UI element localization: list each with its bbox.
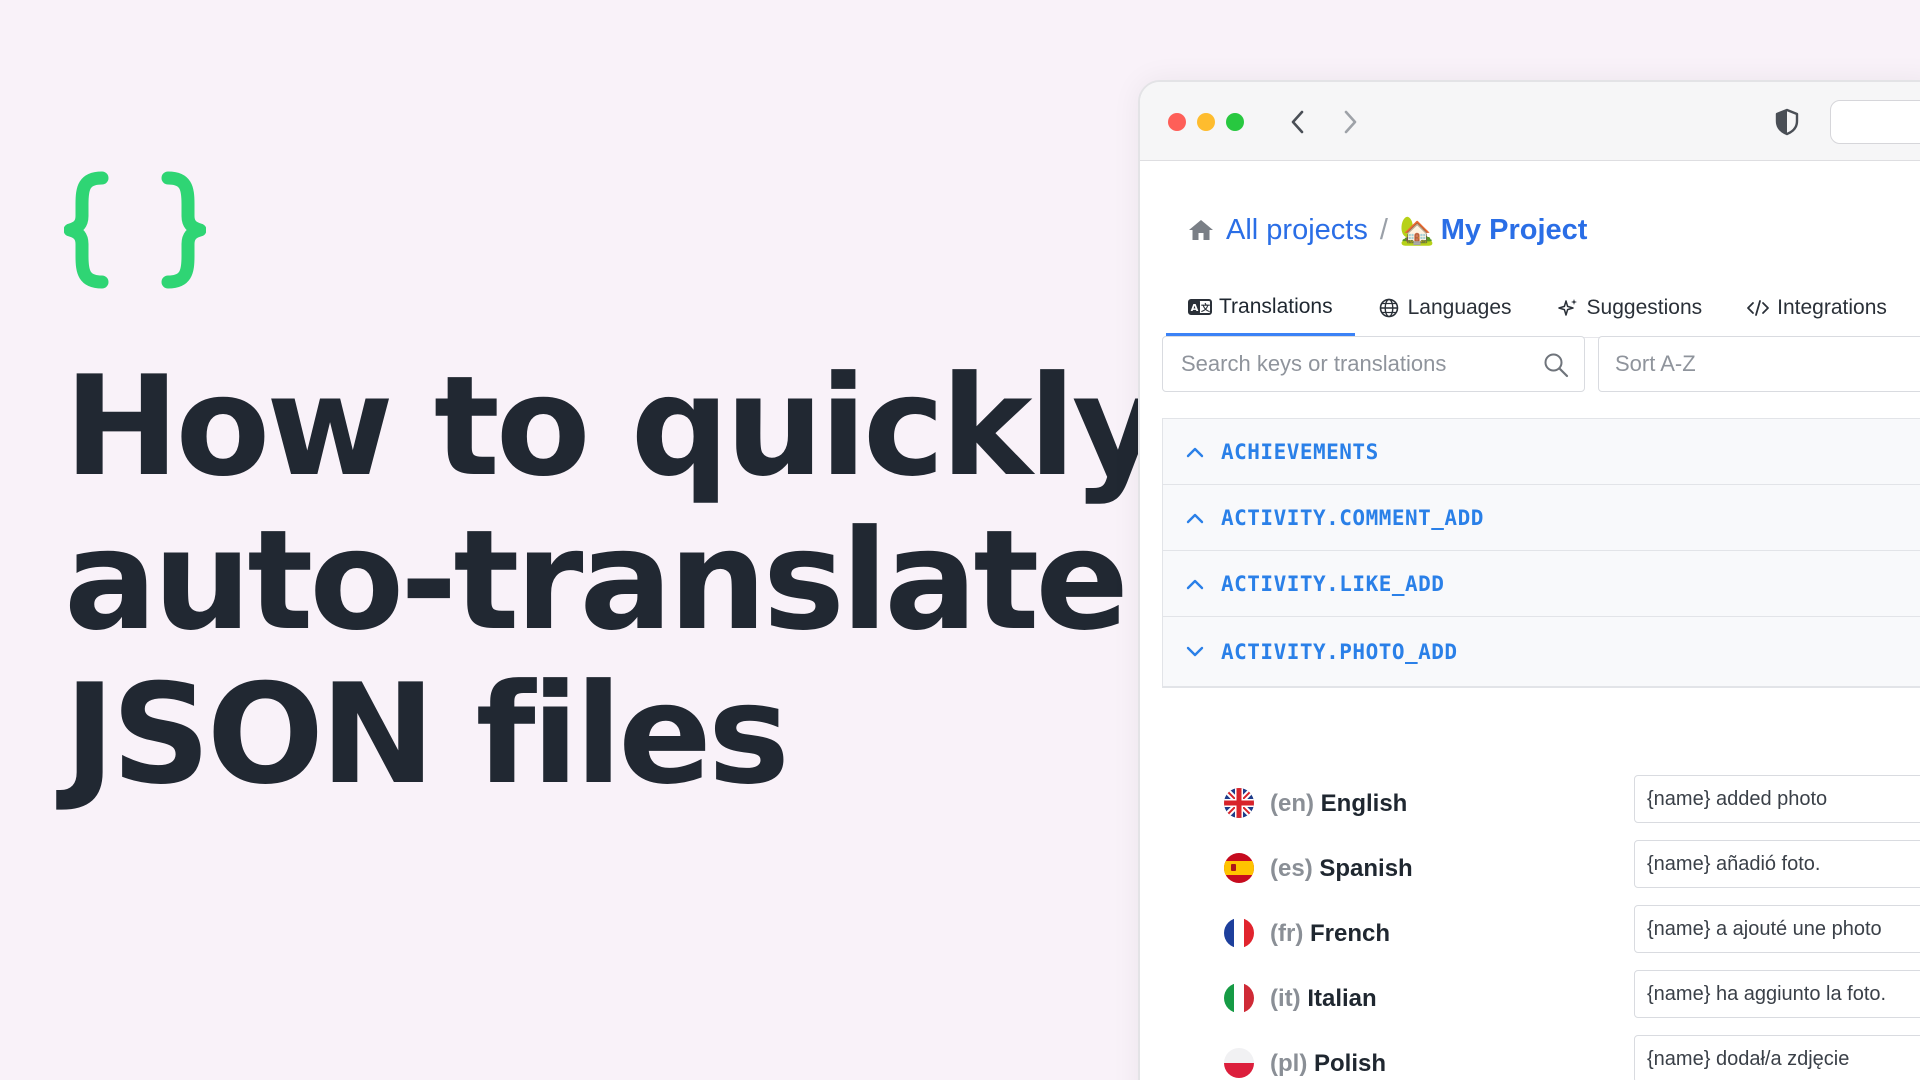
breadcrumb-all-projects-link[interactable]: All projects [1226,214,1368,247]
language-code: (es) [1270,855,1313,882]
curly-braces-logo-icon [64,171,206,289]
chevron-right-icon [1344,110,1357,134]
poland-flag-icon [1224,1048,1254,1078]
tab-label: Integrations [1777,296,1887,319]
search-icon [1544,353,1569,378]
globe-icon [1377,298,1401,318]
translations-list: (en) English {name} added photo (es) Spa… [1162,772,1920,1080]
chevron-up-icon[interactable] [1185,573,1207,595]
tab-suggestions[interactable]: Suggestions [1534,280,1725,336]
key-row-activity-comment-add[interactable]: ACTIVITY.COMMENT_ADD [1163,485,1920,551]
back-button[interactable] [1280,104,1316,140]
uk-flag-icon [1224,788,1254,818]
search-placeholder: Search keys or translations [1181,351,1447,376]
tab-label: Suggestions [1586,296,1703,319]
translation-field-en[interactable]: {name} added photo [1634,775,1920,823]
list-item: (en) English {name} added photo [1162,772,1920,837]
translation-field-es[interactable]: {name} añadió foto. [1634,840,1920,888]
language-label: (es) Spanish [1270,855,1413,883]
key-name: ACTIVITY.LIKE_ADD [1221,571,1445,596]
chevron-down-icon[interactable] [1185,641,1207,663]
home-icon[interactable] [1188,216,1216,244]
chevron-up-icon[interactable] [1185,441,1207,463]
translate-icon: A文 [1188,297,1212,317]
key-row-activity-photo-add[interactable]: ACTIVITY.PHOTO_ADD [1163,617,1920,687]
translation-field-pl[interactable]: {name} dodał/a zdjęcie [1634,1035,1920,1080]
tab-bar: A文 Translations Languages Suggestions In… [1166,280,1920,338]
language-label: (pl) Polish [1270,1050,1386,1078]
code-icon [1746,298,1770,318]
language-label: (en) English [1270,790,1407,818]
language-name: English [1320,790,1408,817]
language-name: Italian [1307,985,1377,1012]
language-name: French [1310,920,1391,947]
sort-value: Sort A-Z [1615,351,1696,376]
tab-languages[interactable]: Languages [1355,280,1534,336]
tab-label: Translations [1219,294,1333,318]
browser-titlebar [1140,82,1920,161]
key-name: ACHIEVEMENTS [1221,439,1379,464]
project-emoji: 🏡 [1399,214,1435,246]
address-bar[interactable] [1830,100,1920,144]
translation-field-it[interactable]: {name} ha aggiunto la foto. [1634,970,1920,1018]
list-item: (pl) Polish {name} dodał/a zdjęcie [1162,1032,1920,1080]
chevron-up-icon[interactable] [1185,507,1207,529]
language-code: (fr) [1270,920,1304,947]
sparkle-icon [1556,298,1580,318]
tab-translations[interactable]: A文 Translations [1166,280,1355,336]
svg-text:A: A [1191,303,1199,314]
breadcrumb-separator: / [1379,213,1388,246]
tab-label: Languages [1407,296,1512,319]
key-row-achievements[interactable]: ACHIEVEMENTS [1163,419,1920,485]
chevron-left-icon [1291,110,1304,134]
list-item: (fr) French {name} a ajouté une photo [1162,902,1920,967]
shield-icon [1775,108,1799,136]
italy-flag-icon [1224,983,1254,1013]
tab-integrations[interactable]: Integrations [1724,280,1909,336]
language-name: Polish [1313,1050,1386,1077]
close-window-button[interactable] [1168,113,1186,131]
headline-line-3: JSON files [64,654,790,815]
list-item: (es) Spanish {name} añadió foto. [1162,837,1920,902]
list-item: (it) Italian {name} ha aggiunto la foto. [1162,967,1920,1032]
headline-line-2: auto-translate [64,500,1129,661]
breadcrumb-project-link[interactable]: My Project [1441,214,1588,247]
headline-line-1: How to quickly [64,346,1162,507]
search-input[interactable]: Search keys or translations [1162,336,1585,392]
maximize-window-button[interactable] [1226,113,1244,131]
key-name: ACTIVITY.PHOTO_ADD [1221,639,1458,664]
forward-button[interactable] [1332,104,1368,140]
privacy-shield-button[interactable] [1772,106,1802,138]
language-code: (it) [1270,985,1301,1012]
language-name: Spanish [1319,855,1413,882]
language-code: (pl) [1270,1050,1308,1077]
breadcrumb: All projects / 🏡 My Project [1188,210,1587,250]
sort-select[interactable]: Sort A-Z [1598,336,1920,392]
browser-window: All projects / 🏡 My Project A文 Translati… [1138,80,1920,1080]
key-row-activity-like-add[interactable]: ACTIVITY.LIKE_ADD [1163,551,1920,617]
key-name: ACTIVITY.COMMENT_ADD [1221,505,1484,530]
spain-flag-icon [1224,853,1254,883]
translation-field-fr[interactable]: {name} a ajouté une photo [1634,905,1920,953]
language-label: (fr) French [1270,920,1390,948]
france-flag-icon [1224,918,1254,948]
headline: How to quickly auto-translate JSON files [64,346,1162,815]
language-label: (it) Italian [1270,985,1377,1013]
minimize-window-button[interactable] [1197,113,1215,131]
translation-keys-list: ACHIEVEMENTS ACTIVITY.COMMENT_ADD ACTIVI… [1162,418,1920,688]
language-code: (en) [1270,790,1314,817]
svg-text:文: 文 [1200,302,1211,314]
